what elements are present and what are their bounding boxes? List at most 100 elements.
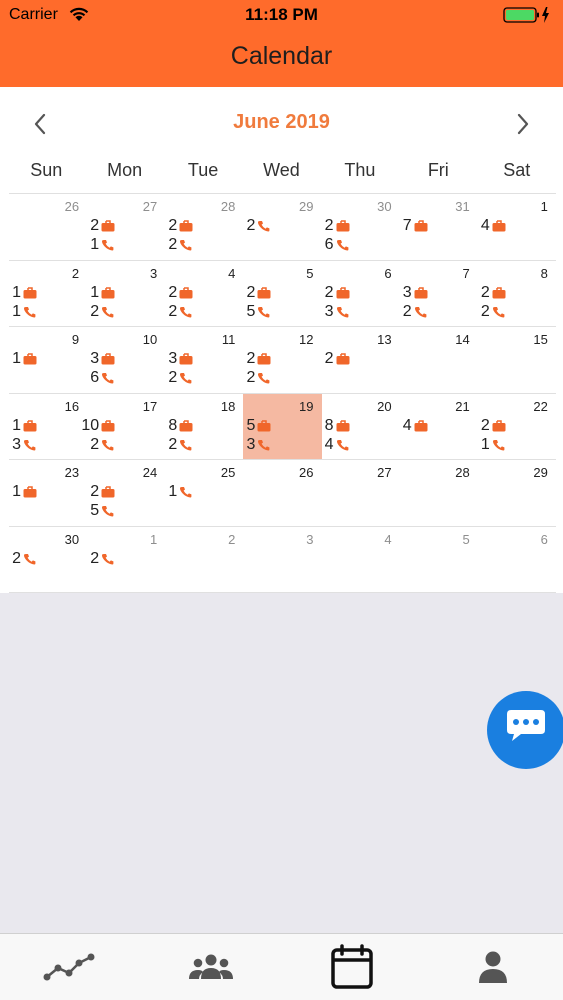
- day-cell[interactable]: 20 8 4: [322, 394, 400, 460]
- day-cell[interactable]: 31 7: [400, 194, 478, 260]
- day-cell[interactable]: 16 1 3: [9, 394, 87, 460]
- day-number: 29: [533, 465, 548, 481]
- day-cell[interactable]: 4: [322, 527, 400, 592]
- day-cell[interactable]: 27 2 1: [87, 194, 165, 260]
- day-cell-selected[interactable]: 19 5 3: [243, 393, 322, 460]
- day-number: 3: [306, 531, 314, 547]
- day-number: 1: [540, 199, 548, 214]
- phone-icon: [23, 553, 36, 565]
- day-cell[interactable]: 26: [243, 460, 321, 526]
- week-row: 9 1 10 3 6 11 3 2 12 2 2 13 2 14 15: [9, 326, 556, 393]
- briefcase-count: 1: [12, 483, 21, 501]
- calendar-icon: [331, 944, 373, 989]
- briefcase-count-line: 3: [165, 350, 193, 368]
- day-cell[interactable]: 8 22: [478, 261, 556, 327]
- day-cell[interactable]: 6: [478, 527, 556, 592]
- day-cell[interactable]: 15: [478, 327, 556, 393]
- briefcase-count: 2: [90, 217, 100, 234]
- chevron-right-icon[interactable]: [507, 109, 537, 139]
- phone-count-line: 6: [322, 236, 350, 254]
- day-cell[interactable]: 7 32: [400, 261, 478, 327]
- phone-icon: [414, 306, 427, 318]
- day-number: 9: [71, 332, 80, 348]
- phone-count: 6: [324, 236, 334, 253]
- day-cell[interactable]: 17 10 2: [81, 394, 165, 460]
- phone-count-line: 1: [165, 483, 193, 501]
- phone-icon: [492, 306, 505, 318]
- day-cell[interactable]: 29 2: [243, 194, 321, 260]
- phone-count-line: 1: [9, 303, 37, 321]
- phone-count: 3: [12, 435, 21, 453]
- phone-count-line: 2: [243, 217, 271, 235]
- day-cell[interactable]: 28: [400, 460, 478, 526]
- day-cell[interactable]: 24 2 5: [87, 460, 165, 526]
- day-number: 30: [377, 199, 392, 214]
- phone-count: 3: [324, 302, 334, 320]
- day-number: 3: [150, 265, 158, 281]
- day-cell[interactable]: 27: [322, 460, 400, 526]
- phone-icon: [102, 240, 114, 251]
- chat-button[interactable]: [487, 691, 563, 769]
- day-cell[interactable]: 30 2 6: [322, 194, 400, 260]
- day-cell[interactable]: 3: [243, 527, 321, 592]
- day-cell[interactable]: 21 4: [400, 394, 478, 460]
- briefcase-count: 2: [480, 283, 490, 301]
- phone-icon: [102, 439, 114, 451]
- day-number: 22: [533, 398, 548, 414]
- phone-count-line: 2: [400, 303, 428, 321]
- day-cell[interactable]: 6 23: [322, 261, 400, 327]
- day-cell[interactable]: 25 1: [165, 460, 243, 526]
- briefcase-count: 4: [480, 217, 490, 234]
- phone-icon: [258, 221, 270, 232]
- day-cell[interactable]: 12 2 2: [243, 327, 321, 393]
- weekday-label: Mon: [107, 160, 143, 180]
- day-cell[interactable]: 28 2 2: [165, 194, 243, 260]
- day-number: 1: [150, 531, 158, 547]
- day-cell[interactable]: 23 1: [9, 460, 87, 526]
- day-cell[interactable]: 2 11: [9, 261, 87, 327]
- day-number: 18: [220, 398, 236, 414]
- briefcase-count: 2: [324, 283, 334, 301]
- phone-icon: [102, 306, 114, 318]
- day-cell[interactable]: 30 2: [9, 527, 87, 592]
- day-cell[interactable]: 91: [9, 327, 87, 393]
- phone-count-line: 2: [165, 236, 193, 254]
- day-number: 23: [64, 465, 80, 481]
- tab-profile[interactable]: [422, 934, 563, 1000]
- day-cell[interactable]: 5: [400, 527, 478, 592]
- day-cell[interactable]: 14: [478, 194, 556, 260]
- day-cell[interactable]: 2: [165, 527, 243, 592]
- briefcase-icon: [257, 420, 271, 432]
- tab-trends[interactable]: [0, 934, 141, 1000]
- day-cell[interactable]: 4 22: [165, 261, 243, 327]
- day-cell[interactable]: 12: [87, 527, 165, 592]
- phone-count: 1: [480, 435, 490, 453]
- day-cell[interactable]: 29: [478, 460, 556, 526]
- briefcase-count-line: 2: [322, 284, 350, 302]
- phone-count-line: 5: [87, 502, 115, 520]
- day-cell[interactable]: 26: [9, 194, 87, 260]
- tab-contacts[interactable]: [141, 934, 282, 1000]
- day-number: 2: [71, 265, 80, 281]
- briefcase-count-line: 1: [9, 417, 37, 435]
- phone-count: 1: [168, 483, 178, 501]
- day-cell[interactable]: 3 12: [87, 261, 165, 327]
- day-number: 8: [540, 265, 548, 281]
- day-number: 30: [64, 531, 80, 547]
- day-cell[interactable]: 11 3 2: [165, 327, 243, 393]
- tab-calendar[interactable]: [282, 934, 423, 1000]
- day-cell[interactable]: 525: [243, 261, 321, 327]
- day-cell[interactable]: 13 2: [322, 327, 400, 393]
- phone-count: 2: [480, 302, 490, 320]
- day-number: 24: [142, 465, 158, 481]
- phone-count-line: 3: [322, 303, 350, 321]
- phone-icon: [102, 553, 114, 565]
- day-cell[interactable]: 14: [400, 327, 478, 393]
- day-number: 10: [142, 332, 158, 348]
- week-row: 23 1 24 2 5 25 1 26 27 28 29: [9, 459, 556, 526]
- day-cell[interactable]: 18 8 2: [165, 394, 243, 460]
- day-cell[interactable]: 22 2 1: [478, 394, 556, 460]
- briefcase-icon: [23, 353, 37, 365]
- phone-icon: [180, 439, 192, 451]
- day-cell[interactable]: 10 3 6: [87, 327, 165, 393]
